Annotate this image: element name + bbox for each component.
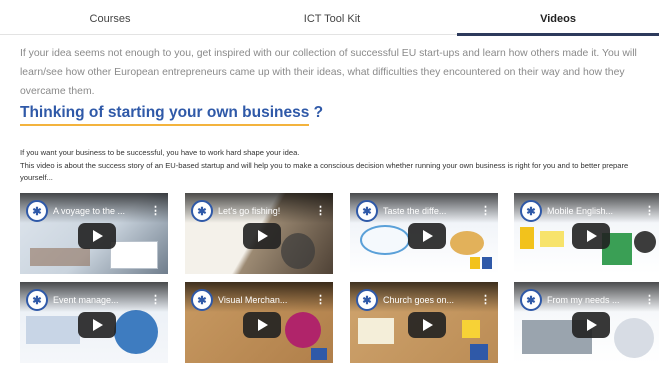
product-image <box>285 312 321 348</box>
success-story-card <box>110 241 158 269</box>
more-options-icon[interactable]: ⋮ <box>480 293 491 306</box>
more-options-icon[interactable]: ⋮ <box>480 204 491 217</box>
heading-underline <box>20 124 309 126</box>
sticky-note-image <box>540 231 564 247</box>
channel-logo-icon: ✱ <box>356 289 378 311</box>
video-thumbnail[interactable]: ✱ Church goes on... ⋮ <box>350 282 498 363</box>
more-options-icon[interactable]: ⋮ <box>644 293 655 306</box>
tab-videos[interactable]: Videos <box>457 0 659 36</box>
event-image <box>114 310 158 354</box>
video-thumbnail[interactable]: ✱ Event manage... ⋮ <box>20 282 168 363</box>
sticky-note-image <box>462 320 480 338</box>
play-icon[interactable] <box>78 312 116 338</box>
play-icon[interactable] <box>408 223 446 249</box>
more-options-icon[interactable]: ⋮ <box>150 293 161 306</box>
intro-text: If your idea seems not enough to you, ge… <box>20 48 637 97</box>
video-thumbnail[interactable]: ✱ A voyage to the ... ⋮ <box>20 193 168 274</box>
play-icon[interactable] <box>243 223 281 249</box>
video-title: Church goes on... <box>383 295 455 305</box>
person-image <box>281 233 315 269</box>
more-options-icon[interactable]: ⋮ <box>150 204 161 217</box>
channel-logo-icon: ✱ <box>520 289 542 311</box>
video-thumbnail[interactable]: ✱ From my needs ... ⋮ <box>514 282 659 363</box>
tab-ict-tool-kit[interactable]: ICT Tool Kit <box>220 0 444 35</box>
play-icon[interactable] <box>78 223 116 249</box>
description-line-1: If you want your business to be successf… <box>20 148 300 157</box>
play-icon[interactable] <box>572 312 610 338</box>
more-options-icon[interactable]: ⋮ <box>315 204 326 217</box>
video-title: A voyage to the ... <box>53 206 126 216</box>
building-image <box>26 316 80 344</box>
play-icon[interactable] <box>572 223 610 249</box>
tab-courses[interactable]: Courses <box>0 0 220 35</box>
more-options-icon[interactable]: ⋮ <box>315 293 326 306</box>
note-image <box>358 318 394 344</box>
blue-square <box>482 257 492 269</box>
play-icon[interactable] <box>243 312 281 338</box>
channel-logo-icon: ✱ <box>26 200 48 222</box>
video-title: Taste the diffe... <box>383 206 447 216</box>
yellow-square <box>470 257 480 269</box>
more-options-icon[interactable]: ⋮ <box>644 204 655 217</box>
arrow-down-image <box>520 227 534 249</box>
blue-square <box>470 344 488 360</box>
play-icon[interactable] <box>408 312 446 338</box>
globe-image <box>634 231 656 253</box>
video-thumbnail[interactable]: ✱ Let's go fishing! ⋮ <box>185 193 333 274</box>
blue-square <box>311 348 327 360</box>
channel-logo-icon: ✱ <box>191 289 213 311</box>
video-thumbnail[interactable]: ✱ Mobile English... ⋮ <box>514 193 659 274</box>
video-thumbnail[interactable]: ✱ Taste the diffe... ⋮ <box>350 193 498 274</box>
channel-logo-icon: ✱ <box>26 289 48 311</box>
speech-bubble-image <box>360 225 410 255</box>
video-title: Let's go fishing! <box>218 206 281 216</box>
section-description: If you want your business to be successf… <box>20 147 659 185</box>
tab-bar: Courses ICT Tool Kit Videos <box>0 0 659 36</box>
channel-logo-icon: ✱ <box>191 200 213 222</box>
food-image <box>450 231 484 255</box>
channel-logo-icon: ✱ <box>356 200 378 222</box>
video-title: Mobile English... <box>547 206 614 216</box>
video-title: Event manage... <box>53 295 119 305</box>
video-title: Visual Merchan... <box>218 295 288 305</box>
video-thumbnail[interactable]: ✱ Visual Merchan... ⋮ <box>185 282 333 363</box>
channel-logo-icon: ✱ <box>520 200 542 222</box>
section-heading: Thinking of starting your own business ? <box>20 104 324 121</box>
wheelchair-image <box>614 318 654 358</box>
description-line-2: This video is about the success story of… <box>20 160 629 183</box>
laptop-image <box>30 248 90 266</box>
video-title: From my needs ... <box>547 295 620 305</box>
